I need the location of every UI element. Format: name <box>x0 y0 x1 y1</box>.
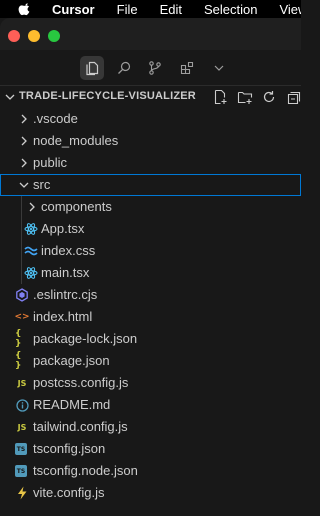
zoom-window-button[interactable] <box>48 30 60 42</box>
tree-item-label: postcss.config.js <box>33 375 129 390</box>
ts-file-icon: TS <box>15 443 27 455</box>
tree-item-label: index.html <box>33 309 93 324</box>
css-file-icon <box>24 244 38 258</box>
react-file-icon <box>24 222 38 236</box>
chevron-right-icon <box>21 158 27 168</box>
files-icon <box>86 61 99 76</box>
chevron-down-icon <box>214 65 224 71</box>
tree-item-label: tailwind.config.js <box>33 419 128 434</box>
tree-item-label: src <box>33 177 51 192</box>
tree-item-tailwind-config[interactable]: JS tailwind.config.js <box>0 416 301 438</box>
tree-item-tsconfig[interactable]: TS tsconfig.json <box>0 438 301 460</box>
chevron-right-icon <box>21 136 27 146</box>
source-control-view-button[interactable] <box>143 56 167 80</box>
tree-item-package-json[interactable]: { } package.json <box>0 350 301 372</box>
tree-item-package-lock-json[interactable]: { } package-lock.json <box>0 328 301 350</box>
menu-view[interactable]: View <box>279 2 301 17</box>
tree-item-label: vite.config.js <box>33 485 105 500</box>
info-file-icon <box>15 398 29 412</box>
more-views-button[interactable] <box>207 56 231 80</box>
minimize-window-button[interactable] <box>28 30 40 42</box>
menu-edit[interactable]: Edit <box>160 2 182 17</box>
tree-item-label: App.tsx <box>41 221 85 236</box>
extensions-view-button[interactable] <box>175 56 199 80</box>
tree-item-label: node_modules <box>33 133 119 148</box>
tree-item-eslintrc[interactable]: .eslintrc.cjs <box>0 284 301 306</box>
json-file-icon: { } <box>15 329 22 349</box>
refresh-icon[interactable] <box>261 89 277 105</box>
tree-item-label: tsconfig.json <box>33 441 106 456</box>
menu-app-name[interactable]: Cursor <box>52 2 95 17</box>
tree-item-public[interactable]: public <box>0 152 301 174</box>
tree-item-postcss-config[interactable]: JS postcss.config.js <box>0 372 301 394</box>
react-file-icon <box>24 266 38 280</box>
tree-item-readme[interactable]: README.md <box>0 394 301 416</box>
tree-item-label: package.json <box>33 353 110 368</box>
eslint-file-icon <box>15 288 29 302</box>
ts-file-icon: TS <box>15 465 27 477</box>
tree-item-label: public <box>33 155 67 170</box>
new-file-icon[interactable] <box>212 89 228 105</box>
explorer-view-button[interactable] <box>80 56 104 80</box>
extensions-icon <box>180 61 194 75</box>
tree-item-index-css[interactable]: index.css <box>0 240 301 262</box>
close-window-button[interactable] <box>8 30 20 42</box>
tree-item-label: index.css <box>41 243 96 258</box>
chevron-down-icon <box>19 182 29 188</box>
tree-item-label: .eslintrc.cjs <box>33 287 98 302</box>
menu-file[interactable]: File <box>117 2 138 17</box>
new-folder-icon[interactable] <box>237 89 253 105</box>
menu-selection[interactable]: Selection <box>204 2 257 17</box>
source-control-icon <box>149 61 161 75</box>
sidebar-toolbar <box>0 50 301 86</box>
tree-item-node-modules[interactable]: node_modules <box>0 130 301 152</box>
search-view-button[interactable] <box>112 56 136 80</box>
tree-item-label: components <box>41 199 112 214</box>
chevron-right-icon <box>29 202 35 212</box>
tree-item-tsconfig-node[interactable]: TS tsconfig.node.json <box>0 460 301 482</box>
explorer-section-header[interactable]: TRADE-LIFECYCLE-VISUALIZER <box>0 86 301 108</box>
tree-item-vite-config[interactable]: vite.config.js <box>0 482 301 504</box>
vite-file-icon <box>15 486 29 500</box>
tree-item-src[interactable]: src <box>0 174 301 196</box>
tree-item-index-html[interactable]: <> index.html <box>0 306 301 328</box>
tree-item-label: tsconfig.node.json <box>33 463 138 478</box>
html-file-icon: <> <box>14 312 30 322</box>
tree-item-vscode[interactable]: .vscode <box>0 108 301 130</box>
chevron-down-icon <box>5 94 15 100</box>
js-file-icon: JS <box>17 422 27 432</box>
js-file-icon: JS <box>17 378 27 388</box>
tree-item-label: main.tsx <box>41 265 90 280</box>
tree-item-label: README.md <box>33 397 111 412</box>
file-tree: .vscode node_modules public src componen… <box>0 108 301 504</box>
window-title-bar <box>0 18 301 50</box>
tree-item-label: package-lock.json <box>33 331 138 346</box>
search-icon <box>118 61 131 74</box>
apple-logo-icon[interactable] <box>18 2 32 16</box>
tree-item-label: .vscode <box>33 111 78 126</box>
macos-menu-bar: Cursor File Edit Selection View <box>0 0 301 18</box>
workspace-title: TRADE-LIFECYCLE-VISUALIZER <box>19 90 196 102</box>
chevron-right-icon <box>21 114 27 124</box>
tree-item-app-tsx[interactable]: App.tsx <box>0 218 301 240</box>
tree-item-main-tsx[interactable]: main.tsx <box>0 262 301 284</box>
indent-guide <box>21 196 22 284</box>
collapse-all-icon[interactable] <box>286 89 302 105</box>
tree-item-components[interactable]: components <box>0 196 301 218</box>
json-file-icon: { } <box>15 351 22 371</box>
